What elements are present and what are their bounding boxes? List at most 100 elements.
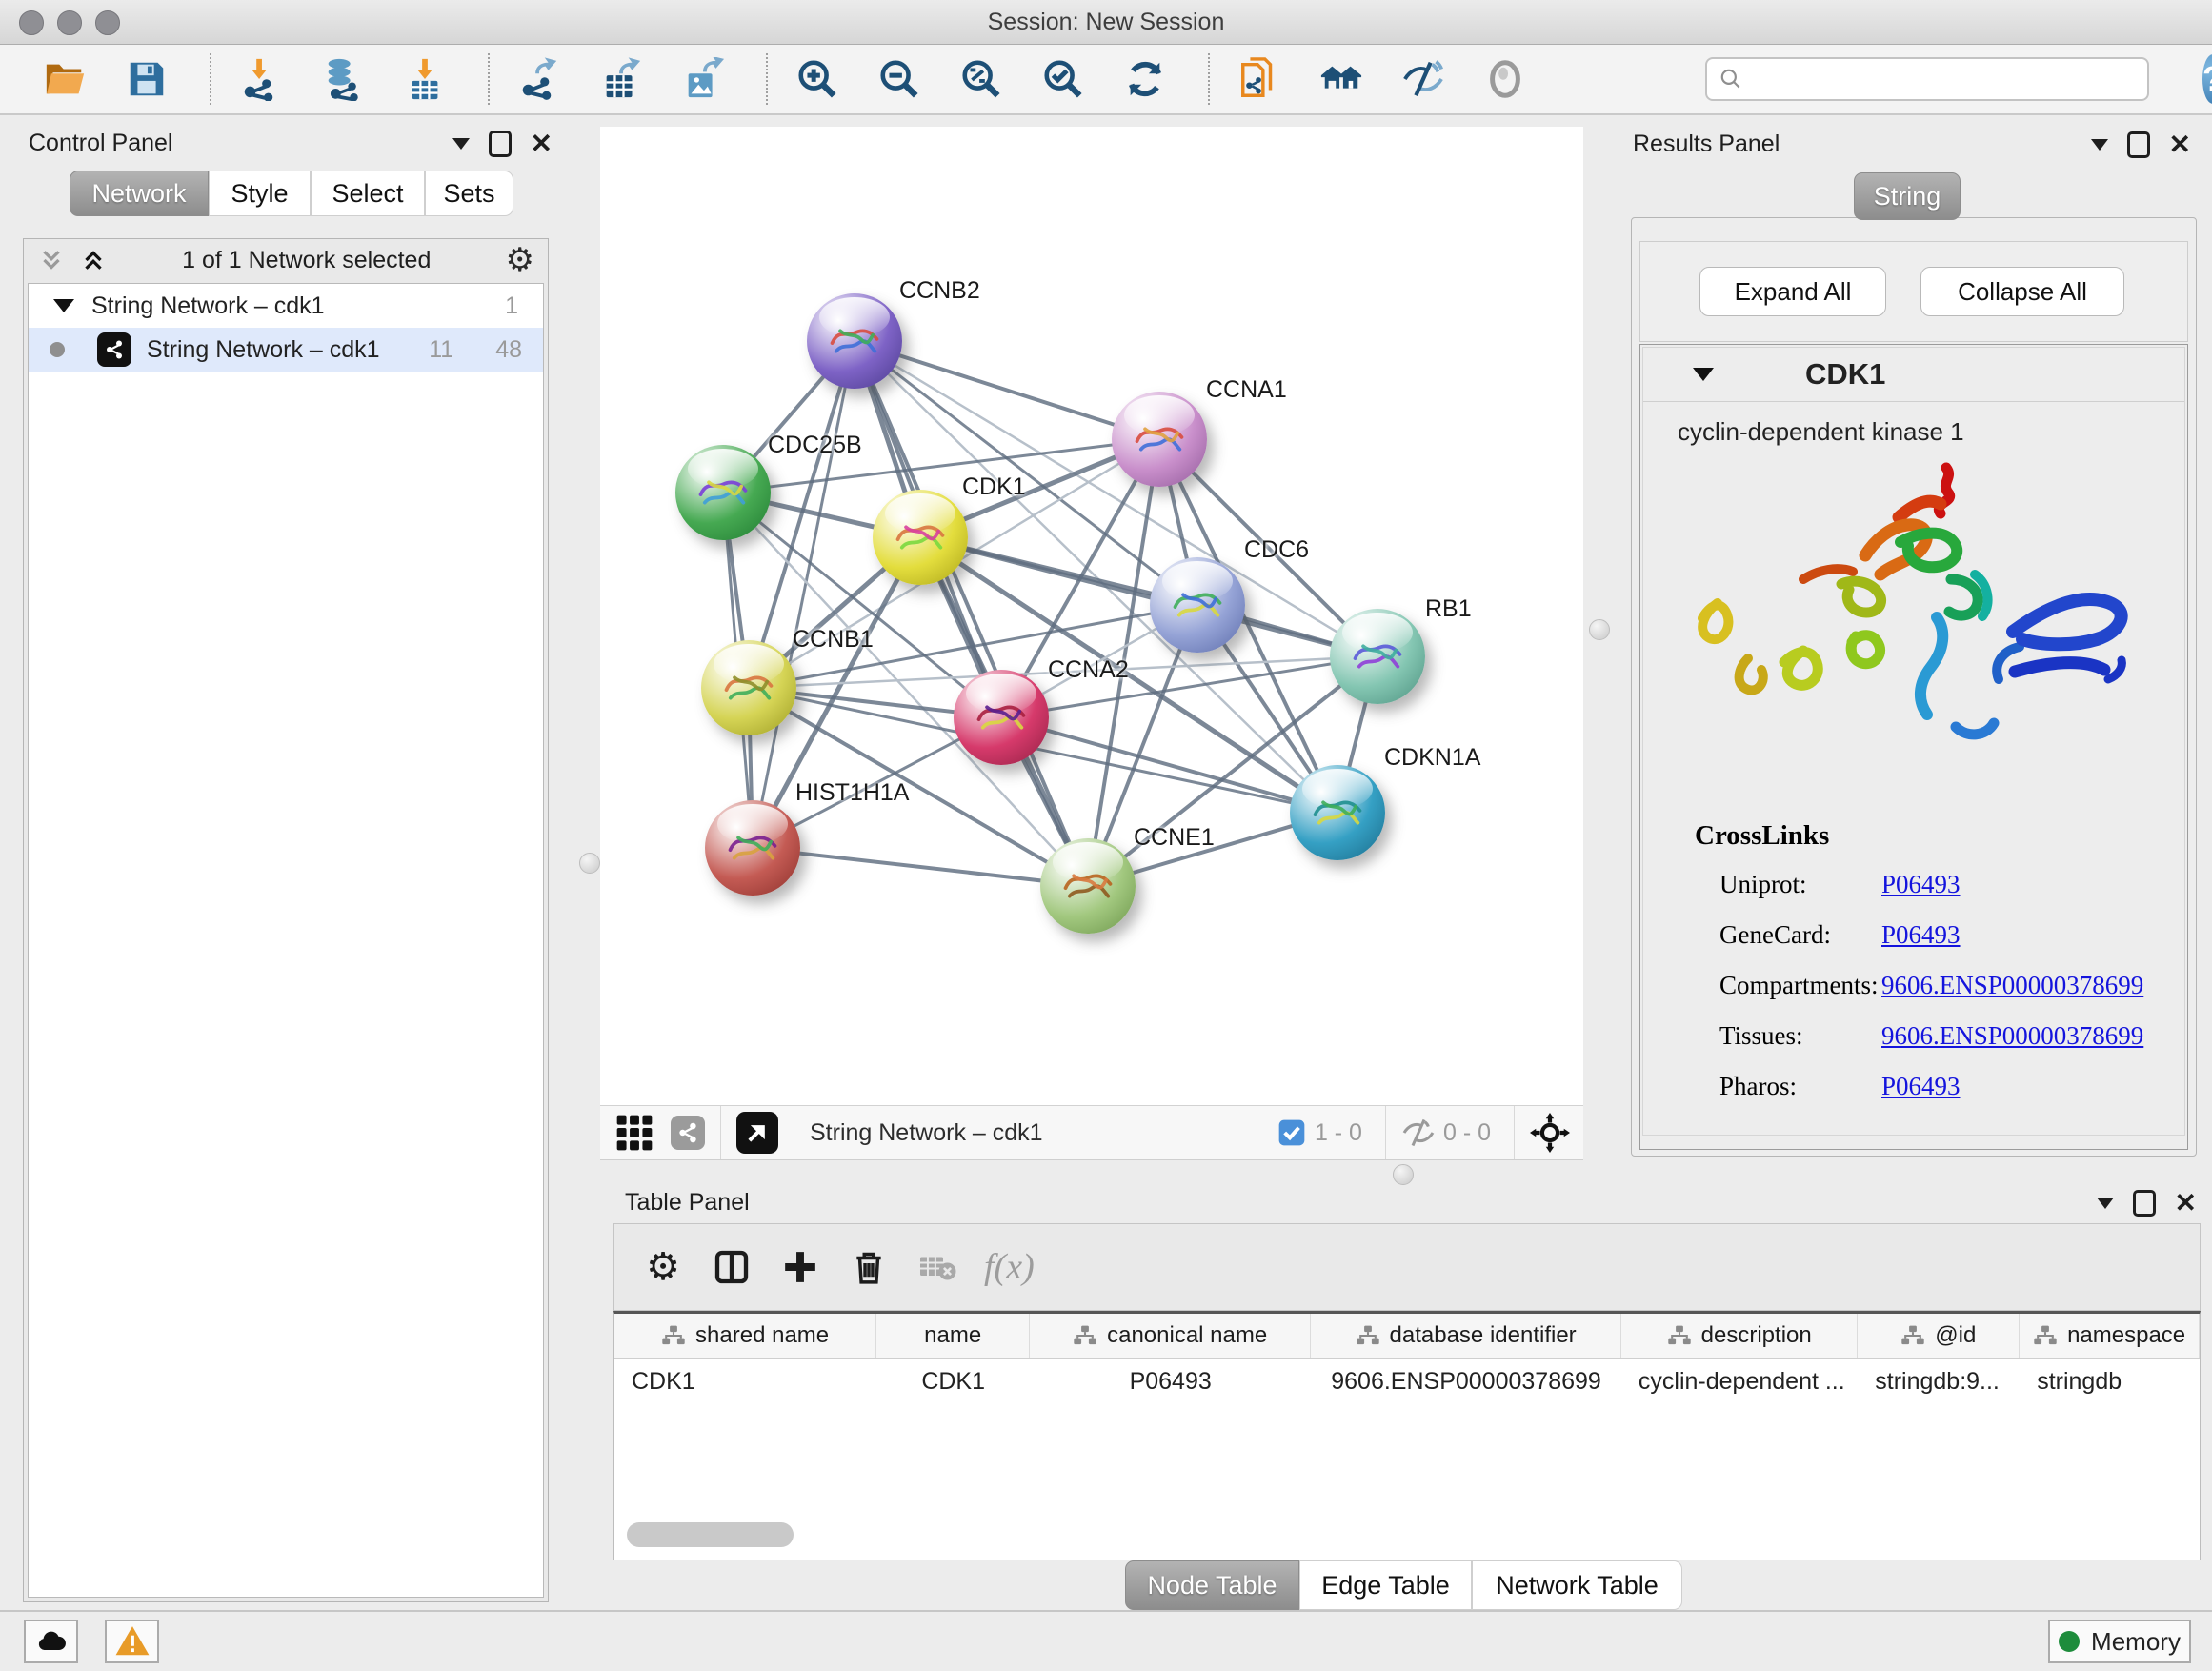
tab-network[interactable]: Network <box>70 171 209 216</box>
memory-button[interactable]: Memory <box>2048 1620 2191 1663</box>
zoom-selected-icon[interactable] <box>1038 54 1088 104</box>
hide-eye-icon[interactable] <box>1398 54 1448 104</box>
network-node-CDKN1A[interactable] <box>1290 765 1385 860</box>
section-collapse-icon[interactable] <box>1693 368 1714 381</box>
crosslink-link[interactable]: P06493 <box>1881 870 1961 899</box>
network-node-CDC6[interactable] <box>1150 557 1245 653</box>
column-header-database-identifier[interactable]: database identifier <box>1311 1314 1621 1358</box>
export-image-icon[interactable] <box>678 54 728 104</box>
table-cell[interactable]: CDK1 <box>876 1368 1030 1396</box>
network-row[interactable]: String Network – cdk1 11 48 <box>29 328 543 372</box>
table-horizontal-scrollbar[interactable] <box>627 1522 794 1547</box>
delete-column-trash-icon[interactable] <box>847 1245 891 1289</box>
column-header-namespace[interactable]: namespace <box>2020 1314 2200 1358</box>
panel-float-icon[interactable] <box>2133 1190 2156 1217</box>
network-edge-HIST1H1A-CCNE1[interactable] <box>753 848 1088 886</box>
birds-eye-grid-icon[interactable] <box>613 1112 655 1154</box>
function-builder-icon[interactable]: f(x) <box>984 1245 1035 1289</box>
panel-float-icon[interactable] <box>2127 131 2150 158</box>
detach-view-icon[interactable] <box>736 1112 778 1154</box>
table-cell[interactable]: stringdb <box>2020 1368 2200 1396</box>
table-cell[interactable]: cyclin-dependent ... <box>1621 1368 1858 1396</box>
add-column-icon[interactable] <box>778 1245 822 1289</box>
network-canvas[interactable]: CCNB2CCNA1CDC25BCDK1CDC6RB1CCNB1CCNA2CDK… <box>600 127 1583 1105</box>
export-table-icon[interactable] <box>596 54 646 104</box>
network-node-CCNB1[interactable] <box>701 640 796 735</box>
fit-content-crosshair-icon[interactable] <box>1530 1113 1570 1153</box>
network-node-CDC25B[interactable] <box>675 445 771 540</box>
left-splitter-handle[interactable] <box>579 853 600 874</box>
panel-menu-icon[interactable] <box>452 138 470 150</box>
column-header-@id[interactable]: @id <box>1858 1314 2020 1358</box>
refresh-icon[interactable] <box>1120 54 1170 104</box>
tab-style[interactable]: Style <box>209 171 311 216</box>
column-header-description[interactable]: description <box>1621 1314 1858 1358</box>
hidden-eye-slash-icon[interactable] <box>1401 1116 1436 1150</box>
selected-checkbox-icon[interactable] <box>1277 1117 1307 1148</box>
warning-icon <box>114 1623 151 1660</box>
table-cell[interactable]: CDK1 <box>614 1368 876 1396</box>
panel-close-icon[interactable]: ✕ <box>2169 131 2191 158</box>
share-file-icon[interactable] <box>1235 54 1284 104</box>
collapse-all-icon[interactable] <box>37 246 66 274</box>
open-session-icon[interactable] <box>40 54 90 104</box>
show-columns-icon[interactable] <box>710 1245 754 1289</box>
tab-node-table[interactable]: Node Table <box>1125 1560 1299 1610</box>
delete-table-icon[interactable] <box>915 1245 959 1289</box>
right-splitter-handle[interactable] <box>1589 619 1610 640</box>
search-input[interactable] <box>1743 65 2147 93</box>
network-node-CDK1[interactable] <box>873 490 968 585</box>
network-node-CCNA2[interactable] <box>954 670 1049 765</box>
network-collection-row[interactable]: String Network – cdk1 1 <box>29 284 543 328</box>
search-box[interactable] <box>1705 57 2149 101</box>
table-options-gear-icon[interactable]: ⚙ <box>641 1245 685 1289</box>
network-node-HIST1H1A[interactable] <box>705 800 800 896</box>
column-header-name[interactable]: name <box>876 1314 1030 1358</box>
panel-close-icon[interactable]: ✕ <box>2175 1190 2197 1217</box>
network-edge-CCNB2-HIST1H1A[interactable] <box>753 341 855 848</box>
network-node-RB1[interactable] <box>1330 609 1425 704</box>
table-cell[interactable]: stringdb:9... <box>1858 1368 2020 1396</box>
tab-network-table[interactable]: Network Table <box>1472 1560 1682 1610</box>
zoom-in-icon[interactable] <box>793 54 842 104</box>
crosslink-link[interactable]: P06493 <box>1881 920 1961 950</box>
network-type-icon[interactable] <box>671 1116 705 1150</box>
panel-menu-icon[interactable] <box>2097 1198 2114 1209</box>
network-node-CCNA1[interactable] <box>1112 392 1207 487</box>
zoom-out-icon[interactable] <box>875 54 924 104</box>
crosslink-link[interactable]: 9606.ENSP00000378699 <box>1881 971 2143 1000</box>
collapse-all-button[interactable]: Collapse All <box>1920 267 2124 316</box>
tab-string[interactable]: String <box>1854 172 1961 220</box>
import-network-file-icon[interactable] <box>236 54 286 104</box>
column-header-shared-name[interactable]: shared name <box>614 1314 876 1358</box>
crosslink-link[interactable]: P06493 <box>1881 1072 1961 1101</box>
cloud-button[interactable] <box>24 1620 78 1663</box>
network-node-CCNB2[interactable] <box>807 293 902 389</box>
expand-all-button[interactable]: Expand All <box>1699 267 1886 316</box>
import-network-database-icon[interactable] <box>318 54 368 104</box>
warning-button[interactable] <box>105 1620 159 1663</box>
node-table: shared namenamecanonical namedatabase id… <box>613 1311 2201 1560</box>
expand-all-icon[interactable] <box>79 246 108 274</box>
network-options-gear-icon[interactable]: ⚙ <box>506 241 534 279</box>
export-network-icon[interactable] <box>514 54 564 104</box>
eye-icon[interactable] <box>1480 54 1530 104</box>
crosslink-link[interactable]: 9606.ENSP00000378699 <box>1881 1021 2143 1051</box>
network-node-CCNE1[interactable] <box>1040 838 1136 934</box>
save-session-icon[interactable] <box>122 54 171 104</box>
table-cell[interactable]: 9606.ENSP00000378699 <box>1311 1368 1621 1396</box>
zoom-fit-icon[interactable] <box>956 54 1006 104</box>
table-cell[interactable]: P06493 <box>1030 1368 1311 1396</box>
panel-menu-icon[interactable] <box>2091 139 2108 151</box>
panel-close-icon[interactable]: ✕ <box>531 131 553 157</box>
help-icon[interactable]: ? <box>2202 54 2212 104</box>
import-table-file-icon[interactable] <box>400 54 450 104</box>
table-row[interactable]: CDK1CDK1P064939606.ENSP00000378699cyclin… <box>614 1359 2200 1403</box>
tab-sets[interactable]: Sets <box>425 171 513 216</box>
column-header-canonical-name[interactable]: canonical name <box>1030 1314 1311 1358</box>
panel-float-icon[interactable] <box>489 131 512 157</box>
tab-select[interactable]: Select <box>311 171 425 216</box>
tab-edge-table[interactable]: Edge Table <box>1299 1560 1472 1610</box>
houses-icon[interactable] <box>1317 54 1366 104</box>
collection-expand-icon[interactable] <box>53 299 74 312</box>
